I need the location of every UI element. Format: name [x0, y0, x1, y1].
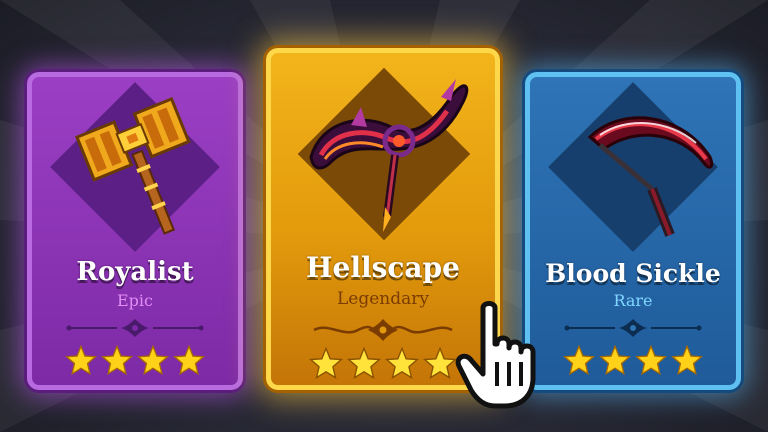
pointer-hand-cursor-icon	[455, 301, 536, 409]
star-icon	[563, 345, 595, 375]
star-rating	[32, 345, 238, 375]
star-icon	[671, 345, 703, 375]
star-icon	[423, 347, 457, 379]
card-rarity: Epic	[117, 291, 153, 310]
star-icon	[173, 345, 205, 375]
demon-scythe-icon	[309, 79, 469, 232]
star-icon	[347, 347, 381, 379]
card-name: Hellscape	[306, 251, 460, 284]
star-icon	[101, 345, 133, 375]
ornament-divider	[32, 317, 238, 339]
star-icon	[137, 345, 169, 375]
card-name: Royalist	[76, 257, 194, 287]
star-rating	[530, 345, 736, 375]
card-rarity: Rare	[613, 291, 653, 310]
ornament-divider	[530, 317, 736, 339]
star-icon	[65, 345, 97, 375]
card-blood-sickle[interactable]: Blood Sickle Rare	[525, 72, 741, 390]
star-icon	[385, 347, 419, 379]
star-icon	[635, 345, 667, 375]
star-icon	[599, 345, 631, 375]
card-royalist[interactable]: Royalist Epic	[27, 72, 243, 390]
card-name: Blood Sickle	[545, 259, 721, 288]
star-icon	[309, 347, 343, 379]
golden-hammer-icon	[75, 97, 191, 235]
blood-sickle-icon	[587, 116, 714, 237]
